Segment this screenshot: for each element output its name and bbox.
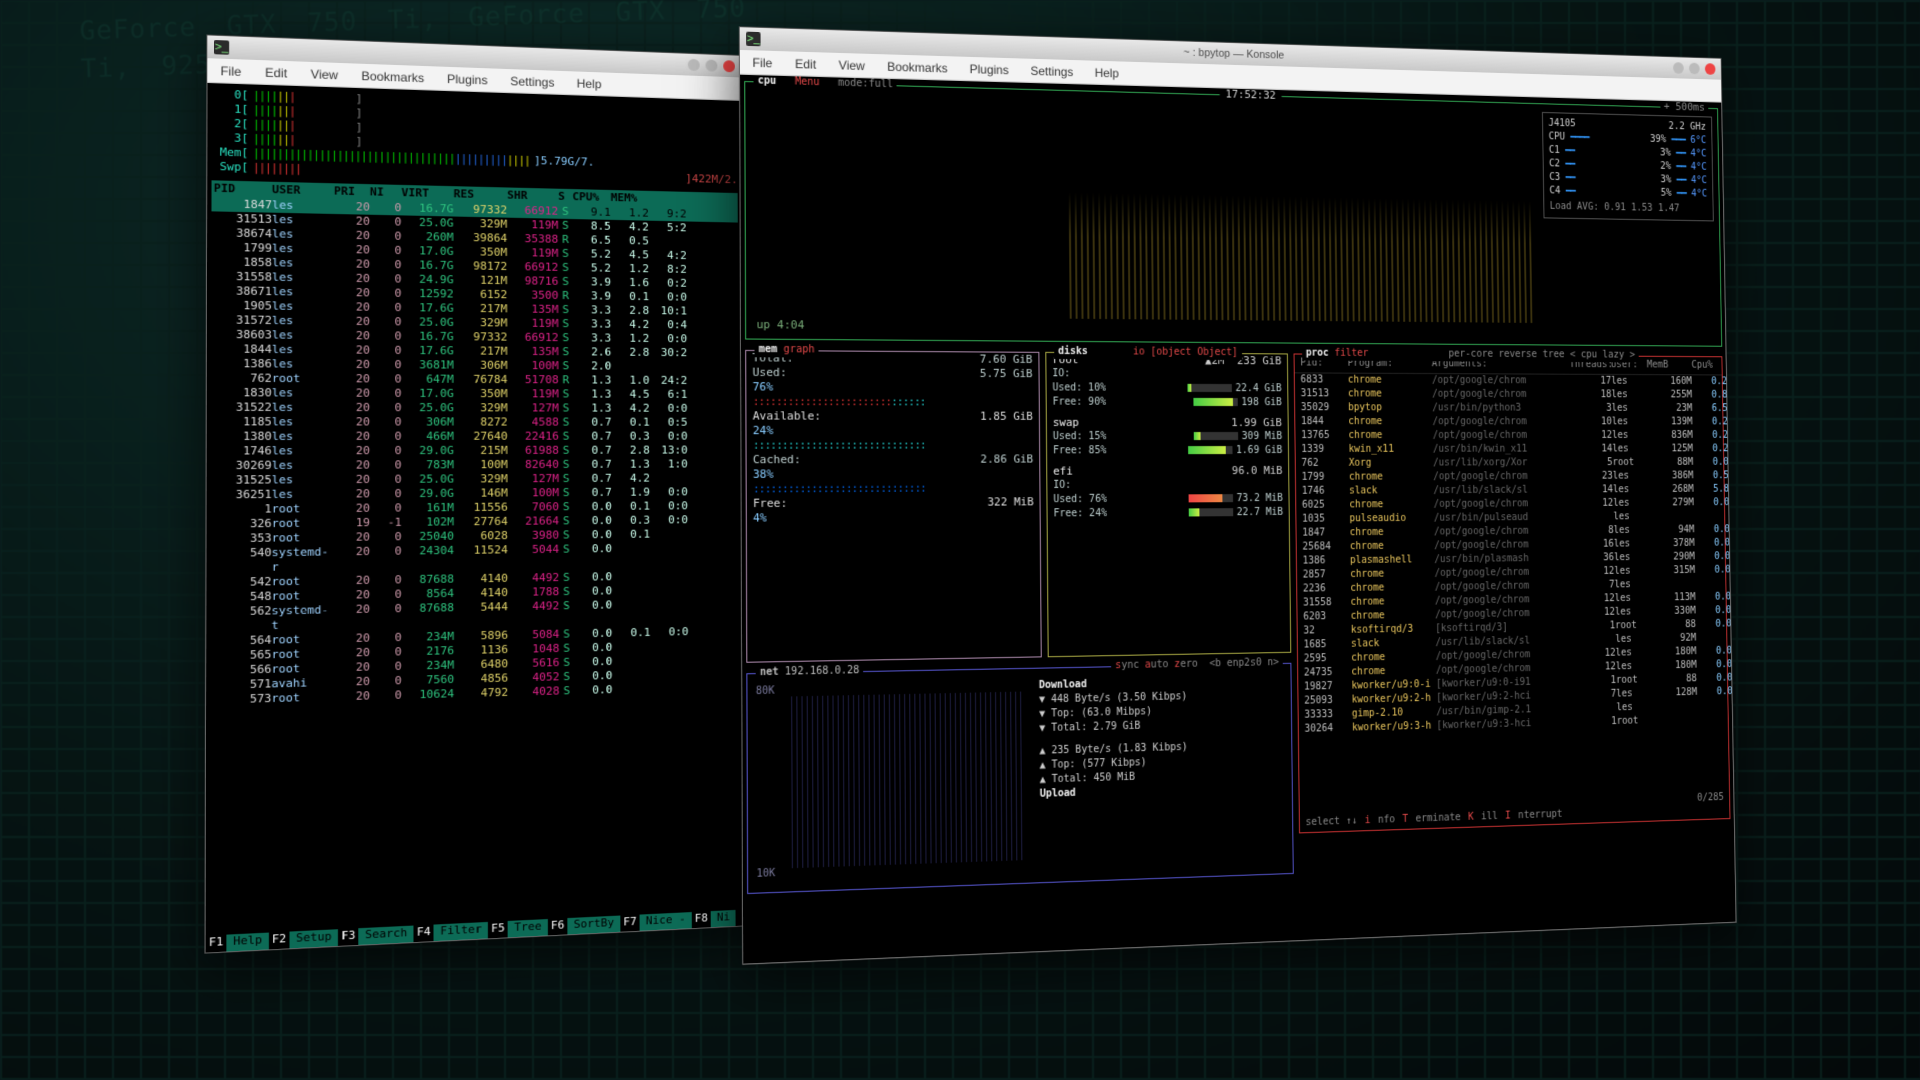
menu-plugins[interactable]: Plugins bbox=[447, 71, 488, 87]
minimize-button[interactable] bbox=[1673, 62, 1684, 74]
disks-label: disks io [object Object] bbox=[1054, 345, 1242, 360]
menu-plugins[interactable]: Plugins bbox=[970, 62, 1009, 77]
menu-settings[interactable]: Settings bbox=[1030, 63, 1073, 78]
clock: 17:52:32 bbox=[1220, 87, 1282, 103]
proc-row[interactable]: 35029bpytop/usr/bin/python3 3les 23M6.5 bbox=[1295, 401, 1722, 416]
menu-file[interactable]: File bbox=[752, 55, 772, 70]
maximize-button[interactable] bbox=[706, 60, 718, 72]
menu-view[interactable]: View bbox=[311, 67, 338, 82]
net-graph: 80K 10K bbox=[756, 677, 1023, 884]
proc-footer[interactable]: select ↑↓info Terminate Kill Interrupt bbox=[1306, 803, 1725, 830]
process-row[interactable]: 30269les 200 783M100M 82640S 0.71.3 1:0 bbox=[211, 457, 739, 473]
htop-terminal[interactable]: 0[||||||| ]1[||||||| ]2[||||||| ]3[|||||… bbox=[206, 83, 746, 953]
net-label: net 192.168.0.28 bbox=[756, 664, 864, 681]
cpu-mode[interactable]: mode:full bbox=[838, 77, 893, 90]
fkey-F8[interactable]: F8Ni bbox=[692, 910, 736, 928]
htop-window: >_ File Edit View Bookmarks Plugins Settings H… bbox=[204, 34, 746, 953]
fkey-F4[interactable]: F4Filter bbox=[414, 922, 488, 942]
maximize-button[interactable] bbox=[1689, 63, 1700, 75]
mem-label: mem graph bbox=[754, 343, 818, 358]
cpu-meters: 0[||||||| ]1[||||||| ]2[||||||| ]3[|||||… bbox=[212, 87, 738, 187]
process-row[interactable]: 540systemd-r 200 2430411524 5044S 0.0 bbox=[211, 541, 740, 576]
menu-edit[interactable]: Edit bbox=[795, 56, 816, 71]
terminal-icon: >_ bbox=[214, 40, 229, 55]
proc-rows[interactable]: 6833chrome/opt/google/chrom 17les 160M0.… bbox=[1295, 373, 1728, 737]
minimize-button[interactable] bbox=[688, 59, 700, 71]
proc-row[interactable]: 31513chrome/opt/google/chrom 18les 255M0… bbox=[1295, 387, 1722, 402]
fkey-F6[interactable]: F6SortBy bbox=[548, 916, 621, 936]
close-button[interactable] bbox=[723, 60, 735, 72]
proc-row[interactable]: 762Xorg/usr/lib/xorg/Xor 5root 88M0.0 bbox=[1296, 456, 1724, 471]
terminal-icon: >_ bbox=[746, 32, 761, 47]
proc-row[interactable]: 1844chrome/opt/google/chrom 10les 139M0.… bbox=[1295, 415, 1723, 429]
disks-panel: disks io [object Object] root ▲2M 233 Gi… bbox=[1045, 352, 1291, 657]
proc-label: proc filter per-core reverse tree < cpu … bbox=[1302, 347, 1639, 363]
process-row[interactable]: 1380les 200 466M27640 22416S 0.70.3 0:0 bbox=[211, 430, 739, 445]
process-row[interactable]: 1746les 200 29.0G215M 61988S 0.72.8 13:0 bbox=[211, 444, 739, 459]
menu-bookmarks[interactable]: Bookmarks bbox=[361, 68, 424, 84]
mem-panel: mem graph Total:7.60 GiB Used:5.75 GiB 7… bbox=[745, 350, 1042, 663]
bpytop-window: >_ ~ : bpytop — Konsole FileEditViewBook… bbox=[739, 26, 1737, 965]
menu-bookmarks[interactable]: Bookmarks bbox=[887, 59, 947, 75]
proc-panel[interactable]: proc filter per-core reverse tree < cpu … bbox=[1294, 353, 1731, 833]
process-list[interactable]: 1847les 200 16.7G97332 66912S 9.11.2 9:2… bbox=[210, 197, 740, 708]
net-panel: net 192.168.0.28 sync auto zero sync aut… bbox=[746, 663, 1293, 894]
fkey-F7[interactable]: F7Nice - bbox=[620, 912, 692, 932]
menu-edit[interactable]: Edit bbox=[265, 65, 287, 80]
fkey-F3[interactable]: F3Search bbox=[338, 926, 414, 946]
net-stats: Download ▼ 448 Byte/s (3.50 Kibps) ▼ Top… bbox=[1039, 674, 1284, 802]
htop-fkeys[interactable]: F1HelpF2SetupF3SearchF4FilterF5TreeF6Sor… bbox=[206, 909, 746, 952]
close-button[interactable] bbox=[1705, 63, 1716, 75]
menu-file[interactable]: File bbox=[220, 63, 241, 78]
proc-row[interactable]: 1339kwin_x11/usr/bin/kwin_x11 14les 125M… bbox=[1296, 443, 1724, 457]
cpu-stats: J41052.2 GHz CPU ━━━━ 39% ━━━ 6°C C1 ━━3… bbox=[1542, 112, 1714, 221]
menu-hotkey[interactable]: Menu bbox=[795, 76, 820, 88]
fkey-F1[interactable]: F1Help bbox=[206, 933, 269, 953]
process-row[interactable]: 1830les 200 17.0G350M 119MS 1.34.5 6:1 bbox=[211, 386, 739, 402]
menu-help[interactable]: Help bbox=[1095, 65, 1119, 80]
fkey-F5[interactable]: F5Tree bbox=[488, 919, 548, 938]
refresh-rate[interactable]: + 500ms bbox=[1660, 100, 1708, 115]
fkey-F2[interactable]: F2Setup bbox=[269, 929, 338, 949]
menu-view[interactable]: View bbox=[839, 58, 865, 73]
proc-row[interactable]: 13765chrome/opt/google/chrom 12les 836M0… bbox=[1295, 429, 1723, 443]
process-row[interactable]: 1185les 200 306M8272 4588S 0.70.1 0:5 bbox=[211, 415, 739, 430]
uptime: up 4:04 bbox=[756, 318, 804, 333]
process-row[interactable]: 31522les 200 25.0G329M 127MS 1.34.2 0:0 bbox=[211, 400, 739, 415]
cpu-panel: cpu Menu mode:full 17:52:32 + 500ms J410… bbox=[744, 81, 1722, 347]
net-options[interactable]: sync auto zero sync auto zero <b enp2s0 … bbox=[1111, 656, 1282, 673]
cpu-graph bbox=[1069, 192, 1533, 323]
process-row[interactable]: 31525les 200 25.0G329M 127MS 0.74.2 bbox=[211, 471, 739, 488]
menu-settings[interactable]: Settings bbox=[510, 74, 554, 90]
menu-help[interactable]: Help bbox=[577, 76, 602, 91]
bpytop-terminal[interactable]: cpu Menu mode:full 17:52:32 + 500ms J410… bbox=[740, 75, 1736, 964]
